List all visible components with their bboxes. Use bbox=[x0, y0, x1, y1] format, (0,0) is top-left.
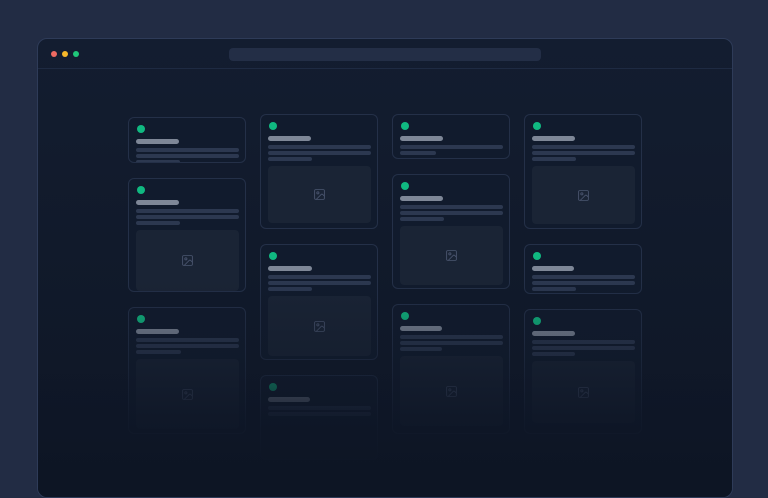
browser-titlebar[interactable] bbox=[38, 39, 732, 69]
image-placeholder bbox=[136, 359, 239, 429]
image-placeholder bbox=[136, 230, 239, 291]
skeleton-title bbox=[400, 196, 443, 201]
skeleton-line bbox=[400, 145, 503, 149]
image-icon bbox=[313, 320, 326, 333]
skeleton-line bbox=[136, 344, 239, 348]
status-dot-icon bbox=[269, 252, 277, 260]
feed-column-3 bbox=[392, 114, 510, 460]
skeleton-line bbox=[136, 154, 239, 158]
status-dot-icon bbox=[137, 315, 145, 323]
status-dot-icon bbox=[533, 317, 541, 325]
feed-grid bbox=[128, 69, 642, 460]
skeleton-line bbox=[268, 145, 371, 149]
skeleton-title bbox=[136, 139, 179, 144]
status-dot-icon bbox=[137, 125, 145, 133]
skeleton-title bbox=[268, 397, 310, 402]
status-dot-icon bbox=[401, 312, 409, 320]
skeleton-title bbox=[268, 136, 311, 141]
image-placeholder bbox=[268, 296, 371, 356]
skeleton-line bbox=[532, 275, 635, 279]
skeleton-line bbox=[532, 346, 635, 350]
status-dot-icon bbox=[533, 252, 541, 260]
status-dot-icon bbox=[401, 122, 409, 130]
skeleton-line bbox=[400, 341, 503, 345]
feed-card[interactable] bbox=[128, 117, 246, 163]
skeleton-line bbox=[400, 151, 436, 155]
feed-card[interactable] bbox=[524, 114, 642, 229]
skeleton-line bbox=[136, 148, 239, 152]
feed-card[interactable] bbox=[260, 375, 378, 460]
minimize-window-button[interactable] bbox=[62, 51, 68, 57]
image-icon bbox=[181, 388, 194, 401]
skeleton-line bbox=[136, 160, 180, 163]
image-placeholder bbox=[400, 356, 503, 426]
feed-card[interactable] bbox=[392, 174, 510, 289]
image-icon bbox=[181, 254, 194, 267]
skeleton-title bbox=[532, 331, 575, 336]
status-dot-icon bbox=[533, 122, 541, 130]
image-icon bbox=[313, 188, 326, 201]
skeleton-title bbox=[400, 326, 442, 331]
skeleton-line bbox=[532, 287, 576, 291]
skeleton-title bbox=[268, 266, 312, 271]
browser-content bbox=[38, 69, 732, 498]
image-placeholder bbox=[532, 361, 635, 423]
skeleton-line bbox=[400, 217, 444, 221]
image-placeholder bbox=[532, 166, 635, 224]
skeleton-line bbox=[136, 338, 239, 342]
image-icon bbox=[577, 386, 590, 399]
feed-card[interactable] bbox=[392, 304, 510, 434]
skeleton-title bbox=[532, 136, 575, 141]
status-dot-icon bbox=[401, 182, 409, 190]
skeleton-line bbox=[268, 151, 371, 155]
status-dot-icon bbox=[269, 383, 277, 391]
image-icon bbox=[577, 189, 590, 202]
close-window-button[interactable] bbox=[51, 51, 57, 57]
skeleton-line bbox=[136, 209, 239, 213]
feed-card[interactable] bbox=[524, 244, 642, 294]
feed-card[interactable] bbox=[260, 114, 378, 229]
skeleton-line bbox=[400, 205, 503, 209]
skeleton-line bbox=[268, 275, 371, 279]
feed-card[interactable] bbox=[524, 309, 642, 434]
skeleton-line bbox=[532, 352, 575, 356]
skeleton-title bbox=[136, 200, 179, 205]
skeleton-title bbox=[400, 136, 443, 141]
feed-card[interactable] bbox=[392, 114, 510, 159]
image-placeholder bbox=[400, 226, 503, 285]
skeleton-line bbox=[400, 335, 503, 339]
skeleton-line bbox=[532, 151, 635, 155]
skeleton-line bbox=[400, 347, 442, 351]
skeleton-line bbox=[532, 281, 635, 285]
traffic-lights bbox=[51, 51, 79, 57]
skeleton-line bbox=[268, 287, 312, 291]
feed-column-4 bbox=[524, 114, 642, 460]
feed-column-1 bbox=[128, 117, 246, 460]
browser-window bbox=[37, 38, 733, 498]
skeleton-line bbox=[136, 350, 181, 354]
skeleton-line bbox=[136, 215, 239, 219]
skeleton-line bbox=[268, 281, 371, 285]
feed-column-2 bbox=[260, 114, 378, 460]
feed-card[interactable] bbox=[128, 307, 246, 434]
image-icon bbox=[445, 249, 458, 262]
url-bar[interactable] bbox=[229, 48, 541, 61]
skeleton-line bbox=[532, 145, 635, 149]
skeleton-line bbox=[268, 412, 371, 416]
status-dot-icon bbox=[137, 186, 145, 194]
status-dot-icon bbox=[269, 122, 277, 130]
skeleton-line bbox=[532, 157, 576, 161]
maximize-window-button[interactable] bbox=[73, 51, 79, 57]
skeleton-line bbox=[136, 221, 180, 225]
image-placeholder bbox=[268, 166, 371, 223]
skeleton-title bbox=[136, 329, 179, 334]
skeleton-line bbox=[400, 211, 503, 215]
skeleton-line bbox=[268, 406, 371, 410]
skeleton-title bbox=[532, 266, 574, 271]
feed-card[interactable] bbox=[260, 244, 378, 360]
skeleton-line bbox=[532, 340, 635, 344]
skeleton-line bbox=[268, 157, 312, 161]
feed-card[interactable] bbox=[128, 178, 246, 292]
image-icon bbox=[445, 385, 458, 398]
